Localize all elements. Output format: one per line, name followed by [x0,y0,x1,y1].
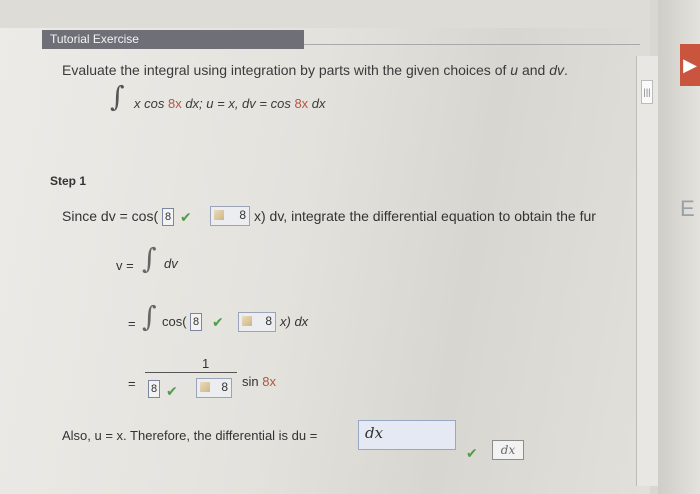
problem-prompt: Evaluate the integral using integration … [62,62,568,78]
answer-box-denominator-2[interactable]: 8 [196,378,232,398]
scrollbar[interactable] [636,56,659,486]
integral-sign-icon: ∫ [110,80,125,113]
du-input[interactable]: dx [358,420,456,450]
v-equals: v = [116,258,134,273]
pencil-icon [214,210,224,220]
fraction-numerator: 1 [202,356,210,371]
scroll-grip-icon[interactable]: ||| [641,80,653,104]
answer-box-since-2[interactable]: 8 [210,206,250,226]
cos-suffix: x) dx [280,314,309,329]
answer-box-since-1[interactable]: 8 [162,208,174,226]
cos-prefix: cos( [162,314,187,329]
du-text: Also, u = x. Therefore, the differential… [62,428,318,443]
next-arrow-icon[interactable]: ▶ [680,44,700,86]
tutorial-title: Tutorial Exercise [50,32,139,46]
v-integrand: dv [164,256,178,271]
equals-sign: = [128,376,136,391]
answer-box-cos-1[interactable]: 8 [190,313,202,331]
fraction-bar [145,372,237,373]
since-suffix: x) dv, integrate the differential equati… [254,208,596,224]
integral-sign-icon: ∫ [142,242,157,275]
top-strip [0,0,650,28]
tutorial-title-bar: Tutorial Exercise [42,30,304,49]
sin-term: sin 8x [242,374,276,389]
pencil-icon [242,316,252,326]
answer-box-denominator-1[interactable]: 8 [148,380,160,398]
answer-box-cos-2[interactable]: 8 [238,312,276,332]
check-icon: ✔ [466,445,478,461]
title-divider [304,44,640,45]
step-label: Step 1 [50,174,87,188]
check-icon: ✔ [166,383,178,399]
formula-body: x cos 8x dx; u = x, dv = cos 8x dx [134,96,326,111]
pencil-icon [200,382,210,392]
right-edge-letter: E [680,196,695,221]
since-text: Since dv = cos( [62,208,159,224]
dx-button[interactable]: dx [492,440,524,460]
check-icon: ✔ [180,209,192,225]
check-icon: ✔ [212,314,224,330]
page: Tutorial Exercise Evaluate the integral … [0,0,650,494]
equals-sign: = [128,316,136,331]
integral-sign-icon: ∫ [142,300,157,333]
